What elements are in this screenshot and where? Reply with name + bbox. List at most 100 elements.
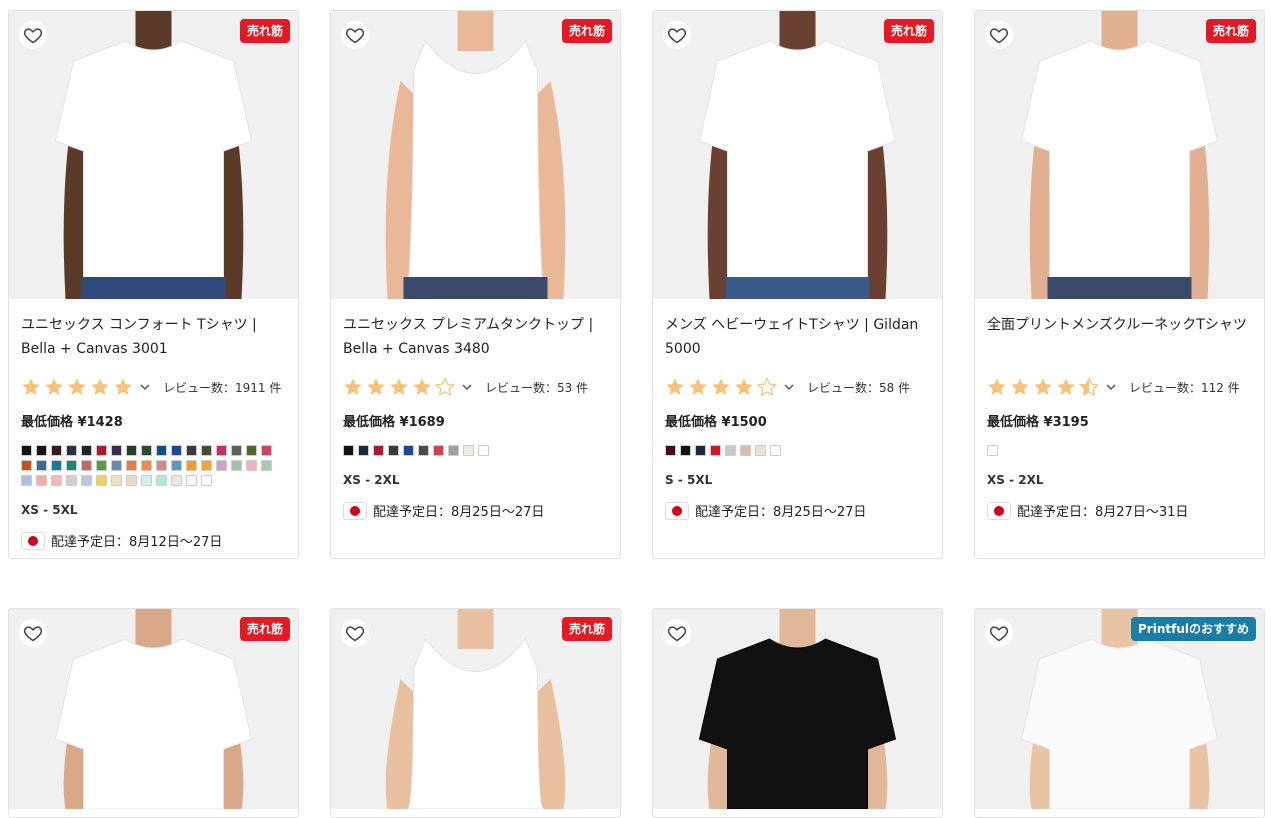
color-swatch[interactable] <box>358 445 369 456</box>
color-swatch[interactable] <box>36 475 47 486</box>
favorite-heart-icon[interactable] <box>341 21 369 49</box>
chevron-down-icon[interactable] <box>1105 381 1117 393</box>
product-card[interactable] <box>652 608 943 818</box>
color-swatch[interactable] <box>171 460 182 471</box>
color-swatch[interactable] <box>201 460 212 471</box>
color-swatch[interactable] <box>418 445 429 456</box>
product-title[interactable]: メンズ ヘビーウェイトTシャツ | Gildan 5000 <box>665 313 925 361</box>
rating-row[interactable]: レビュー数：53 件 <box>343 377 588 397</box>
color-swatch[interactable] <box>478 445 489 456</box>
product-card[interactable]: 売れ筋 ユニセックス プレミアムタンクトップ | Bella + Canvas … <box>330 10 621 559</box>
favorite-heart-icon[interactable] <box>985 619 1013 647</box>
color-swatch[interactable] <box>156 475 167 486</box>
color-swatch[interactable] <box>755 445 766 456</box>
color-swatch[interactable] <box>111 460 122 471</box>
color-swatch[interactable] <box>231 460 242 471</box>
color-swatch[interactable] <box>21 460 32 471</box>
color-swatch[interactable] <box>433 445 444 456</box>
color-swatch[interactable] <box>21 445 32 456</box>
color-swatch[interactable] <box>96 475 107 486</box>
color-swatch[interactable] <box>695 445 706 456</box>
color-swatch[interactable] <box>186 475 197 486</box>
rating-row[interactable]: レビュー数：58 件 <box>665 377 910 397</box>
color-swatch[interactable] <box>710 445 721 456</box>
color-swatch[interactable] <box>66 460 77 471</box>
product-card[interactable]: 売れ筋 <box>330 608 621 818</box>
product-card[interactable]: 売れ筋 メンズ ヘビーウェイトTシャツ | Gildan 5000 レビュー数：… <box>652 10 943 559</box>
color-swatch[interactable] <box>231 445 242 456</box>
color-swatch[interactable] <box>126 475 137 486</box>
color-swatch[interactable] <box>171 475 182 486</box>
color-swatch[interactable] <box>403 445 414 456</box>
color-swatch[interactable] <box>126 445 137 456</box>
color-swatch[interactable] <box>51 460 62 471</box>
favorite-heart-icon[interactable] <box>341 619 369 647</box>
color-swatch[interactable] <box>96 460 107 471</box>
color-swatch[interactable] <box>156 445 167 456</box>
color-swatch[interactable] <box>216 445 227 456</box>
product-card[interactable]: 売れ筋 <box>8 608 299 818</box>
rating-row[interactable]: レビュー数：1911 件 <box>21 377 281 397</box>
product-card[interactable]: 売れ筋 ユニセックス コンフォート Tシャツ | Bella + Canvas … <box>8 10 299 559</box>
color-swatch[interactable] <box>66 445 77 456</box>
color-swatch[interactable] <box>51 475 62 486</box>
product-image[interactable] <box>653 11 942 299</box>
chevron-down-icon[interactable] <box>461 381 473 393</box>
color-swatch[interactable] <box>216 460 227 471</box>
color-swatch[interactable] <box>448 445 459 456</box>
color-swatch[interactable] <box>246 445 257 456</box>
color-swatch[interactable] <box>156 460 167 471</box>
product-title[interactable]: 全面プリントメンズクルーネックTシャツ <box>987 313 1247 337</box>
color-swatch[interactable] <box>51 445 62 456</box>
color-swatch[interactable] <box>665 445 676 456</box>
color-swatches <box>665 445 921 456</box>
color-swatch[interactable] <box>141 460 152 471</box>
product-image[interactable] <box>331 11 620 299</box>
color-swatch[interactable] <box>81 475 92 486</box>
product-image[interactable] <box>9 11 298 299</box>
product-image[interactable] <box>653 609 942 809</box>
rating-row[interactable]: レビュー数：112 件 <box>987 377 1240 397</box>
color-swatch[interactable] <box>186 460 197 471</box>
color-swatch[interactable] <box>987 445 998 456</box>
color-swatch[interactable] <box>388 445 399 456</box>
product-image[interactable] <box>975 11 1264 299</box>
color-swatch[interactable] <box>463 445 474 456</box>
color-swatch[interactable] <box>81 445 92 456</box>
chevron-down-icon[interactable] <box>783 381 795 393</box>
color-swatch[interactable] <box>171 445 182 456</box>
color-swatch[interactable] <box>201 445 212 456</box>
color-swatch[interactable] <box>201 475 212 486</box>
color-swatch[interactable] <box>111 475 122 486</box>
product-card[interactable]: 売れ筋 全面プリントメンズクルーネックTシャツ レビュー数：112 件 最低価格… <box>974 10 1265 559</box>
color-swatch[interactable] <box>36 445 47 456</box>
color-swatch[interactable] <box>186 445 197 456</box>
color-swatch[interactable] <box>36 460 47 471</box>
color-swatch[interactable] <box>373 445 384 456</box>
color-swatch[interactable] <box>770 445 781 456</box>
color-swatch[interactable] <box>261 460 272 471</box>
product-title[interactable]: ユニセックス コンフォート Tシャツ | Bella + Canvas 3001 <box>21 313 281 361</box>
color-swatch[interactable] <box>740 445 751 456</box>
color-swatch[interactable] <box>261 445 272 456</box>
favorite-heart-icon[interactable] <box>985 21 1013 49</box>
product-card[interactable]: Printfulのおすすめ <box>974 608 1265 818</box>
color-swatch[interactable] <box>21 475 32 486</box>
favorite-heart-icon[interactable] <box>663 21 691 49</box>
color-swatch[interactable] <box>111 445 122 456</box>
color-swatch[interactable] <box>141 475 152 486</box>
color-swatch[interactable] <box>96 445 107 456</box>
chevron-down-icon[interactable] <box>139 381 151 393</box>
color-swatch[interactable] <box>725 445 736 456</box>
color-swatch[interactable] <box>343 445 354 456</box>
color-swatch[interactable] <box>81 460 92 471</box>
favorite-heart-icon[interactable] <box>663 619 691 647</box>
color-swatch[interactable] <box>126 460 137 471</box>
color-swatch[interactable] <box>141 445 152 456</box>
favorite-heart-icon[interactable] <box>19 21 47 49</box>
color-swatch[interactable] <box>680 445 691 456</box>
color-swatch[interactable] <box>246 460 257 471</box>
product-title[interactable]: ユニセックス プレミアムタンクトップ | Bella + Canvas 3480 <box>343 313 603 361</box>
favorite-heart-icon[interactable] <box>19 619 47 647</box>
color-swatch[interactable] <box>66 475 77 486</box>
